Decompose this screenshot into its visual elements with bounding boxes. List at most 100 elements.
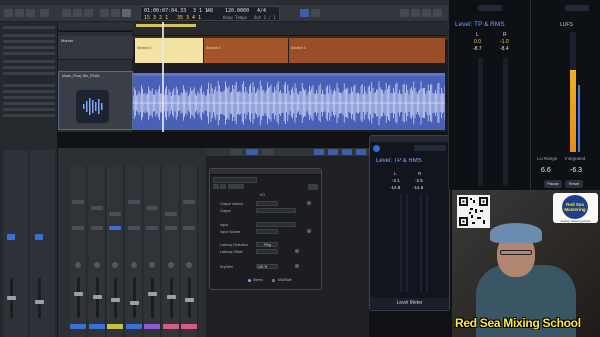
plugin-compare-next[interactable] xyxy=(220,184,226,189)
cycle-region[interactable] xyxy=(136,24,196,27)
inspector-region-header[interactable] xyxy=(3,26,55,29)
fader-knob[interactable] xyxy=(74,292,83,296)
plugin-link-button[interactable] xyxy=(308,184,318,190)
audio-region[interactable] xyxy=(132,73,446,130)
insert-slot[interactable] xyxy=(90,206,103,210)
browser-button[interactable] xyxy=(433,9,442,17)
channel-name-label[interactable] xyxy=(181,324,197,329)
pan-knob[interactable] xyxy=(186,262,192,268)
inspector-row[interactable] xyxy=(3,114,55,117)
output-volume-knob[interactable] xyxy=(306,200,312,206)
inspector-row[interactable] xyxy=(3,52,55,55)
dry-wet-field[interactable]: 100 % xyxy=(256,264,278,269)
rp-mode-menu[interactable] xyxy=(478,5,502,11)
pan-knob[interactable] xyxy=(149,262,155,268)
latency-offset-field[interactable] xyxy=(256,249,278,254)
marker-region-1[interactable]: Section 1 xyxy=(135,38,203,63)
channel-name-label[interactable] xyxy=(88,324,105,329)
rewind-button[interactable] xyxy=(100,9,109,17)
inspector-row[interactable] xyxy=(3,60,55,63)
inspector-row[interactable] xyxy=(3,96,55,99)
fader-knob[interactable] xyxy=(185,298,194,302)
channel-name-label[interactable] xyxy=(162,324,179,329)
toolbar-button[interactable] xyxy=(40,9,49,17)
mixer-filter-button[interactable] xyxy=(328,149,338,155)
channel-name-label[interactable] xyxy=(70,324,86,329)
marker-region-2[interactable]: Section 2 xyxy=(204,38,288,63)
editors-button[interactable] xyxy=(84,9,93,17)
input-routing-menu[interactable] xyxy=(256,222,296,227)
fader-knob[interactable] xyxy=(111,298,120,302)
mixer-tab-selected[interactable] xyxy=(246,149,258,155)
insert-slot[interactable] xyxy=(127,200,140,204)
channel-name-label[interactable] xyxy=(144,324,160,329)
plugin-preset-menu[interactable] xyxy=(213,177,257,183)
playhead[interactable] xyxy=(162,22,164,132)
output-volume-field[interactable] xyxy=(256,201,278,206)
marker-region-3[interactable]: Section 3 xyxy=(289,38,445,63)
plugin-compare-prev[interactable] xyxy=(213,184,219,189)
forward-button[interactable] xyxy=(111,9,120,17)
fader-knob[interactable] xyxy=(148,292,157,296)
latency-offset-knob[interactable] xyxy=(294,248,300,254)
channel-name-label[interactable] xyxy=(107,324,123,329)
pan-knob[interactable] xyxy=(112,262,118,268)
power-icon[interactable] xyxy=(373,145,380,152)
pause-button[interactable]: Pause xyxy=(544,180,562,188)
inspector-fader-knob[interactable] xyxy=(35,300,44,304)
pan-knob[interactable] xyxy=(93,262,100,268)
stereo-radio[interactable] xyxy=(248,279,251,282)
mixer-tab[interactable] xyxy=(262,149,274,155)
marker-track-header[interactable]: Marker xyxy=(58,36,133,60)
inspector-row[interactable] xyxy=(3,46,55,49)
mixer-filter-button[interactable] xyxy=(314,149,324,155)
quick-help-button[interactable] xyxy=(26,9,35,17)
insert-slot[interactable] xyxy=(164,212,177,216)
cycle-button[interactable] xyxy=(300,9,309,17)
inspector-row[interactable] xyxy=(3,72,55,75)
send-slot[interactable] xyxy=(146,226,158,230)
insert-slot[interactable] xyxy=(146,206,158,210)
send-slot[interactable] xyxy=(90,226,103,230)
io-plugin-window[interactable]: I/O Output Volume Output Input Input Vol… xyxy=(209,168,322,290)
pan-knob[interactable] xyxy=(130,262,137,268)
send-slot[interactable] xyxy=(164,226,177,230)
smart-controls-button[interactable] xyxy=(62,9,71,17)
loop-browser-button[interactable] xyxy=(422,9,431,17)
meter-mode-menu[interactable] xyxy=(414,145,446,151)
fader-knob[interactable] xyxy=(92,295,102,299)
input-volume-field[interactable] xyxy=(256,229,278,234)
mixer-filter-button[interactable] xyxy=(356,149,366,155)
mixer-tab[interactable] xyxy=(230,149,242,155)
plugin-compare-button[interactable] xyxy=(228,184,244,189)
input-volume-knob[interactable] xyxy=(306,228,312,234)
fader-knob[interactable] xyxy=(129,301,139,305)
mixer-filter-button[interactable] xyxy=(342,149,352,155)
inspector-row[interactable] xyxy=(3,90,55,93)
inspector-send-slot[interactable] xyxy=(35,234,43,240)
notepad-button[interactable] xyxy=(411,9,420,17)
send-slot[interactable] xyxy=(183,226,195,230)
inspector-fader-knob[interactable] xyxy=(7,296,16,300)
inspector-button[interactable] xyxy=(15,9,24,17)
pan-knob[interactable] xyxy=(167,262,174,268)
inspector-row[interactable] xyxy=(3,66,55,69)
mixer-button[interactable] xyxy=(73,9,82,17)
pan-knob[interactable] xyxy=(75,262,81,268)
library-button[interactable] xyxy=(4,9,13,17)
inspector-track-header[interactable] xyxy=(3,84,55,87)
insert-slot[interactable] xyxy=(183,200,195,204)
send-slot[interactable] xyxy=(127,226,140,230)
fader-knob[interactable] xyxy=(166,295,176,299)
reset-button[interactable]: Reset xyxy=(565,180,583,188)
rp-lufs-mode-menu[interactable] xyxy=(565,5,589,11)
list-editors-button[interactable] xyxy=(400,9,409,17)
metronome-button[interactable] xyxy=(311,9,320,17)
inspector-row[interactable] xyxy=(3,108,55,111)
meter-titlebar[interactable] xyxy=(370,136,449,142)
insert-slot[interactable] xyxy=(109,212,121,216)
inspector-row[interactable] xyxy=(3,40,55,43)
plugin-titlebar[interactable] xyxy=(210,169,321,175)
inspector-row[interactable] xyxy=(3,102,55,105)
output-routing-menu[interactable] xyxy=(256,208,296,213)
